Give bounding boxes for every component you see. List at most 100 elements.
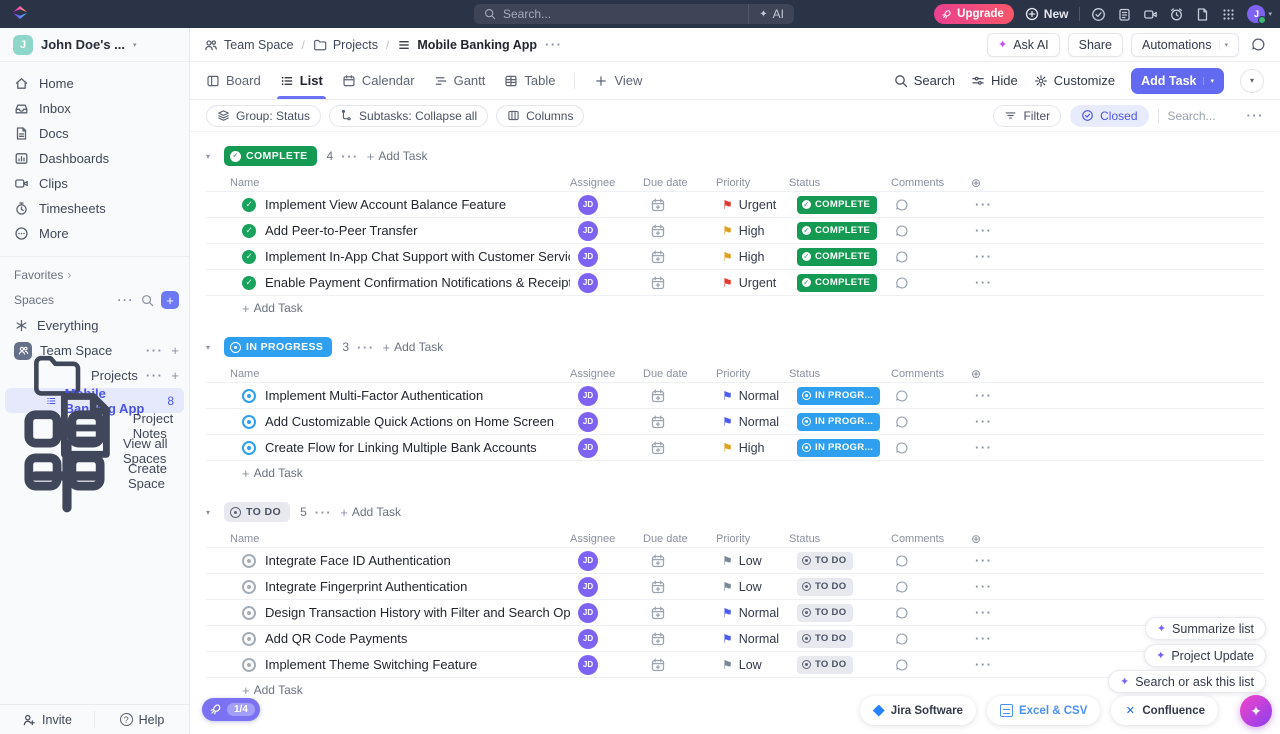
sidebar-item-clips[interactable]: Clips — [0, 171, 189, 196]
comment-bubble-icon[interactable] — [895, 658, 909, 672]
share-button[interactable]: Share — [1068, 33, 1123, 57]
task-row[interactable]: Add Peer-to-Peer Transfer JD High COMPLE… — [206, 218, 1264, 244]
clickup-logo-icon[interactable] — [13, 6, 29, 22]
task-status-icon[interactable] — [242, 250, 256, 264]
task-status-icon[interactable] — [242, 606, 256, 620]
projects-more-icon[interactable] — [146, 368, 164, 383]
tab-list[interactable]: List — [280, 62, 323, 99]
task-row[interactable]: Implement In-App Chat Support with Custo… — [206, 244, 1264, 270]
hide-button[interactable]: Hide — [971, 73, 1018, 88]
status-badge[interactable]: COMPLETE — [797, 196, 877, 214]
task-status-icon[interactable] — [242, 632, 256, 646]
task-status-icon[interactable] — [242, 198, 256, 212]
tab-calendar[interactable]: Calendar — [342, 62, 415, 99]
group-status-badge[interactable]: COMPLETE — [224, 146, 317, 166]
group-status-badge[interactable]: TO DO — [224, 502, 290, 522]
task-status-icon[interactable] — [242, 554, 256, 568]
column-name[interactable]: Name — [206, 368, 570, 380]
status-badge[interactable]: TO DO — [797, 604, 853, 622]
projects-add-icon[interactable] — [171, 368, 179, 383]
collapse-group-icon[interactable] — [206, 343, 216, 352]
task-status-icon[interactable] — [242, 580, 256, 594]
assignee-avatar[interactable]: JD — [578, 629, 598, 649]
priority-cell[interactable]: Urgent — [716, 276, 789, 290]
calendar-plus-icon[interactable] — [651, 580, 665, 594]
column-name[interactable]: Name — [206, 533, 570, 545]
group-add-task-button[interactable]: Add Task — [340, 505, 401, 520]
status-badge[interactable]: TO DO — [797, 656, 853, 674]
sidebar-item-dashboards[interactable]: Dashboards — [0, 146, 189, 171]
calendar-plus-icon[interactable] — [651, 658, 665, 672]
task-row[interactable]: Integrate Face ID Authentication JD Low … — [206, 548, 1264, 574]
comments-icon[interactable] — [1251, 37, 1266, 52]
sidebar-item-everything[interactable]: Everything — [0, 313, 189, 338]
confluence-button[interactable]: Confluence — [1111, 696, 1218, 725]
status-badge[interactable]: IN PROGR... — [797, 439, 880, 457]
clip-record-icon[interactable] — [1143, 7, 1158, 22]
assignee-avatar[interactable]: JD — [578, 577, 598, 597]
column-due-date[interactable]: Due date — [643, 533, 716, 545]
excel-csv-button[interactable]: Excel & CSV — [987, 696, 1100, 725]
calendar-plus-icon[interactable] — [651, 632, 665, 646]
column-priority[interactable]: Priority — [716, 177, 789, 189]
global-search-input[interactable]: Search... AI — [474, 4, 794, 24]
collapse-header-button[interactable] — [1240, 69, 1264, 93]
columns-chip[interactable]: Columns — [496, 105, 584, 127]
status-badge[interactable]: COMPLETE — [797, 274, 877, 292]
status-badge[interactable]: COMPLETE — [797, 248, 877, 266]
column-status[interactable]: Status — [789, 533, 891, 545]
calendar-plus-icon[interactable] — [651, 554, 665, 568]
assignee-avatar[interactable]: JD — [578, 221, 598, 241]
sidebar-item-home[interactable]: Home — [0, 71, 189, 96]
task-row[interactable]: Add Customizable Quick Actions on Home S… — [206, 409, 1264, 435]
priority-cell[interactable]: High — [716, 441, 789, 455]
task-name[interactable]: Add Peer-to-Peer Transfer — [265, 223, 417, 238]
calendar-plus-icon[interactable] — [651, 276, 665, 290]
assignee-avatar[interactable]: JD — [578, 438, 598, 458]
comment-bubble-icon[interactable] — [895, 606, 909, 620]
todo-check-icon[interactable] — [1091, 7, 1106, 22]
row-more-icon[interactable] — [975, 631, 993, 646]
breadcrumb-list[interactable]: Mobile Banking App — [397, 38, 537, 52]
toolbar-more-icon[interactable] — [1247, 108, 1265, 123]
column-status[interactable]: Status — [789, 177, 891, 189]
filter-chip[interactable]: Filter — [993, 105, 1061, 127]
topbar-ai-button[interactable]: AI — [748, 4, 794, 24]
group-add-task-button[interactable]: Add Task — [383, 340, 444, 355]
assignee-avatar[interactable]: JD — [578, 195, 598, 215]
status-badge[interactable]: TO DO — [797, 630, 853, 648]
calendar-plus-icon[interactable] — [651, 606, 665, 620]
assignee-avatar[interactable]: JD — [578, 655, 598, 675]
customize-button[interactable]: Customize — [1034, 73, 1115, 88]
search-or-ask-button[interactable]: Search or ask this list — [1108, 670, 1266, 693]
calendar-plus-icon[interactable] — [651, 389, 665, 403]
assignee-avatar[interactable]: JD — [578, 273, 598, 293]
column-comments[interactable]: Comments — [891, 368, 971, 380]
assignee-avatar[interactable]: JD — [578, 603, 598, 623]
priority-cell[interactable]: High — [716, 224, 789, 238]
team-space-more-icon[interactable] — [146, 343, 164, 358]
collapse-group-icon[interactable] — [206, 152, 216, 161]
priority-cell[interactable]: Low — [716, 658, 789, 672]
add-column-icon[interactable] — [971, 532, 1011, 546]
task-row[interactable]: Integrate Fingerprint Authentication JD … — [206, 574, 1264, 600]
calendar-plus-icon[interactable] — [651, 415, 665, 429]
priority-cell[interactable]: Normal — [716, 415, 789, 429]
row-more-icon[interactable] — [975, 388, 993, 403]
priority-cell[interactable]: Normal — [716, 389, 789, 403]
notepad-icon[interactable] — [1117, 7, 1132, 22]
task-row[interactable]: Create Flow for Linking Multiple Bank Ac… — [206, 435, 1264, 461]
column-name[interactable]: Name — [206, 177, 570, 189]
task-row[interactable]: Implement View Account Balance Feature J… — [206, 192, 1264, 218]
breadcrumb-space[interactable]: Team Space — [204, 38, 293, 52]
add-view-button[interactable]: View — [594, 62, 642, 99]
task-status-icon[interactable] — [242, 415, 256, 429]
task-name[interactable]: Implement Theme Switching Feature — [265, 657, 477, 672]
task-status-icon[interactable] — [242, 389, 256, 403]
task-status-icon[interactable] — [242, 441, 256, 455]
row-more-icon[interactable] — [975, 414, 993, 429]
tab-gantt[interactable]: Gantt — [434, 62, 486, 99]
priority-cell[interactable]: Low — [716, 554, 789, 568]
breadcrumb-folder[interactable]: Projects — [313, 38, 378, 52]
row-more-icon[interactable] — [975, 553, 993, 568]
